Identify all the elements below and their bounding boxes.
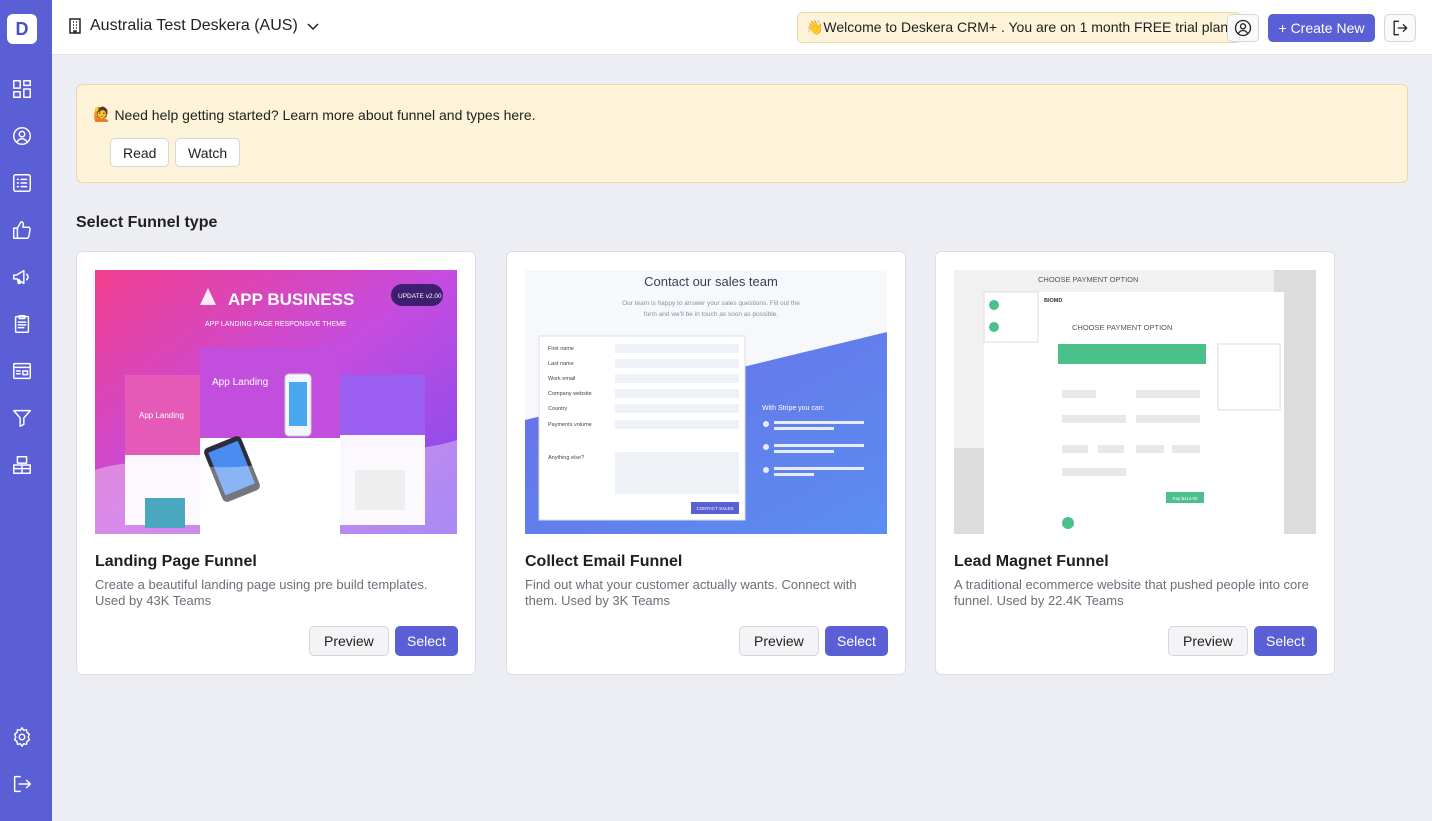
contacts-icon[interactable] <box>10 124 34 148</box>
preview-button[interactable]: Preview <box>1168 626 1248 656</box>
form-icon[interactable] <box>10 359 34 383</box>
clipboard-icon[interactable] <box>10 312 34 336</box>
svg-text:APP BUSINESS: APP BUSINESS <box>228 290 354 309</box>
profile-button[interactable] <box>1227 14 1259 42</box>
svg-text:With Stripe you can:: With Stripe you can: <box>762 405 825 412</box>
svg-text:Work email: Work email <box>548 376 575 382</box>
thumbs-up-icon[interactable] <box>10 218 34 242</box>
funnel-card-lead-magnet: CHOOSE PAYMENT OPTION CHOOSE PAYMENT OPT… <box>935 251 1335 675</box>
svg-text:Pay $114.00: Pay $114.00 <box>1173 496 1198 501</box>
org-name: Australia Test Deskera (AUS) <box>90 17 298 34</box>
card-title: Landing Page Funnel <box>95 553 257 570</box>
select-button[interactable]: Select <box>1254 626 1317 656</box>
svg-text:CHOOSE PAYMENT OPTION: CHOOSE PAYMENT OPTION <box>1038 275 1138 284</box>
svg-text:UPDATE v2.00: UPDATE v2.00 <box>398 293 442 300</box>
svg-text:Contact our sales team: Contact our sales team <box>644 274 778 289</box>
landing-page-thumbnail: APP BUSINESS APP LANDING PAGE RESPONSIVE… <box>95 270 457 534</box>
funnel-icon[interactable] <box>10 406 34 430</box>
svg-text:form and we'll be in touch as: form and we'll be in touch as soon as po… <box>644 311 778 318</box>
svg-text:Last name: Last name <box>548 361 574 367</box>
card-description: A traditional ecommerce website that pus… <box>954 577 1309 608</box>
help-message: 🙋 Need help getting started? Learn more … <box>93 106 536 123</box>
card-description: Find out what your customer actually wan… <box>525 577 857 608</box>
svg-text:Anything else?: Anything else? <box>548 455 584 461</box>
funnel-card-landing: APP BUSINESS APP LANDING PAGE RESPONSIVE… <box>76 251 476 675</box>
collect-email-thumbnail: Contact our sales team Our team is happy… <box>525 270 887 534</box>
watch-button[interactable]: Watch <box>175 138 241 167</box>
help-text: Need help getting started? Learn more ab… <box>114 106 536 123</box>
svg-text:App Landing: App Landing <box>212 377 268 388</box>
signout-button[interactable] <box>1384 14 1416 42</box>
user-circle-icon <box>1234 19 1252 37</box>
megaphone-icon[interactable] <box>10 265 34 289</box>
help-panel: 🙋 Need help getting started? Learn more … <box>76 84 1408 183</box>
list-icon[interactable] <box>10 171 34 195</box>
building-icon <box>69 18 81 34</box>
svg-text:CHOOSE PAYMENT OPTION: CHOOSE PAYMENT OPTION <box>1072 323 1172 332</box>
create-new-button[interactable]: + Create New <box>1268 14 1375 42</box>
svg-text:Payments volume: Payments volume <box>548 422 592 428</box>
settings-icon[interactable] <box>10 725 34 749</box>
dashboard-icon[interactable] <box>10 77 34 101</box>
section-title: Select Funnel type <box>76 214 218 231</box>
deskera-logo[interactable]: D <box>7 14 37 44</box>
svg-text:Country: Country <box>548 406 568 412</box>
svg-text:BIOMD: BIOMD <box>1044 298 1062 304</box>
top-header: Australia Test Deskera (AUS) 👋Welcome to… <box>52 0 1432 55</box>
read-button[interactable]: Read <box>110 138 170 167</box>
org-selector[interactable]: Australia Test Deskera (AUS) <box>68 17 320 35</box>
svg-text:App Landing: App Landing <box>139 411 184 420</box>
card-title: Lead Magnet Funnel <box>954 553 1109 570</box>
lead-magnet-thumbnail: CHOOSE PAYMENT OPTION CHOOSE PAYMENT OPT… <box>954 270 1316 534</box>
desk-icon[interactable] <box>10 453 34 477</box>
card-description: Create a beautiful landing page using pr… <box>95 577 428 608</box>
signout-icon <box>1393 20 1408 36</box>
sidebar: D <box>0 0 52 821</box>
raising-hand-icon: 🙋 <box>93 106 111 122</box>
preview-button[interactable]: Preview <box>739 626 819 656</box>
select-button[interactable]: Select <box>395 626 458 656</box>
svg-text:First name: First name <box>548 346 574 352</box>
logout-icon[interactable] <box>10 772 34 796</box>
svg-text:CONTACT SALES: CONTACT SALES <box>696 506 733 511</box>
svg-text:Company website: Company website <box>548 391 592 397</box>
svg-text:Our team is happy to answer yo: Our team is happy to answer your sales q… <box>622 300 800 307</box>
svg-text:APP LANDING PAGE RESPONSIVE TH: APP LANDING PAGE RESPONSIVE THEME <box>205 321 347 328</box>
card-title: Collect Email Funnel <box>525 553 683 570</box>
trial-banner: 👋Welcome to Deskera CRM+ . You are on 1 … <box>797 12 1242 43</box>
chevron-down-icon <box>307 23 319 31</box>
select-button[interactable]: Select <box>825 626 888 656</box>
funnel-card-email: Contact our sales team Our team is happy… <box>506 251 906 675</box>
preview-button[interactable]: Preview <box>309 626 389 656</box>
